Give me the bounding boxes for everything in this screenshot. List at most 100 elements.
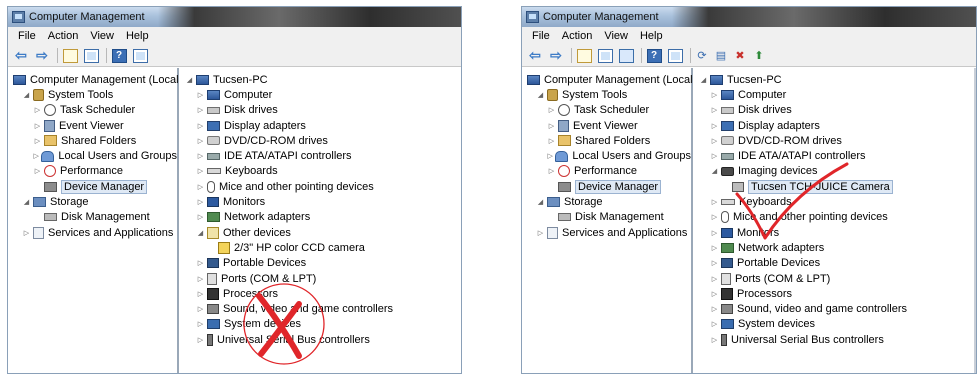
- expander-arrow-icon[interactable]: ▷: [33, 167, 42, 175]
- expander-arrow-icon[interactable]: ▷: [33, 137, 42, 145]
- menu-file[interactable]: File: [526, 30, 556, 42]
- expander-arrow-icon[interactable]: ▷: [196, 275, 205, 283]
- console-tree-item[interactable]: Device Manager: [522, 179, 691, 194]
- expander-arrow-icon[interactable]: ▷: [196, 305, 205, 313]
- console-tree-item[interactable]: ◢ Storage: [522, 194, 691, 209]
- back-arrow-icon[interactable]: ⇦: [12, 47, 30, 64]
- show-hide-console-tree-button[interactable]: [596, 47, 614, 64]
- console-tree-item[interactable]: ▷ Services and Applications: [522, 225, 691, 240]
- device-tree-item[interactable]: ▷ Keyboards: [185, 164, 461, 179]
- expander-arrow-icon[interactable]: ▷: [547, 137, 556, 145]
- menu-help[interactable]: Help: [634, 30, 669, 42]
- expander-arrow-icon[interactable]: ▷: [710, 305, 719, 313]
- expander-arrow-icon[interactable]: ▷: [710, 275, 719, 283]
- expander-arrow-icon[interactable]: ◢: [185, 76, 194, 84]
- uninstall-device-icon[interactable]: ✖: [732, 48, 748, 63]
- expander-arrow-icon[interactable]: ▷: [710, 198, 719, 206]
- device-tree-item[interactable]: ▷ Portable Devices: [185, 256, 461, 271]
- expander-arrow-icon[interactable]: ▷: [196, 183, 205, 191]
- expander-arrow-icon[interactable]: ▷: [710, 320, 719, 328]
- properties-button[interactable]: [666, 47, 684, 64]
- device-tree-item[interactable]: 2/3" HP color CCD camera: [185, 240, 461, 255]
- device-tree-item[interactable]: ▷ Computer: [185, 87, 461, 102]
- up-folder-button[interactable]: [575, 47, 593, 64]
- device-tree-item[interactable]: ▷ Sound, video and game controllers: [699, 301, 976, 316]
- expander-arrow-icon[interactable]: ▷: [710, 106, 719, 114]
- device-tree-item[interactable]: ▷ Computer: [699, 87, 976, 102]
- expander-arrow-icon[interactable]: ◢: [22, 91, 31, 99]
- device-tree-item[interactable]: ▷ Ports (COM & LPT): [185, 271, 461, 286]
- device-tree-item[interactable]: ▷ DVD/CD-ROM drives: [699, 133, 976, 148]
- console-tree-item[interactable]: ◢ Storage: [8, 194, 177, 209]
- console-tree-item[interactable]: Disk Management: [522, 210, 691, 225]
- expander-arrow-icon[interactable]: ▷: [196, 336, 205, 344]
- menu-view[interactable]: View: [598, 30, 634, 42]
- console-tree-item[interactable]: Disk Management: [8, 210, 177, 225]
- expander-arrow-icon[interactable]: ▷: [710, 152, 719, 160]
- device-tree-item[interactable]: ◢ Other devices: [185, 225, 461, 240]
- expander-arrow-icon[interactable]: ▷: [196, 91, 205, 99]
- expander-arrow-icon[interactable]: ▷: [196, 198, 205, 206]
- enable-device-icon[interactable]: ⬆: [751, 48, 767, 63]
- device-tree-item[interactable]: ▷ Disk drives: [699, 103, 976, 118]
- device-tree-item[interactable]: ▷ IDE ATA/ATAPI controllers: [185, 148, 461, 163]
- expander-arrow-icon[interactable]: ▷: [710, 336, 719, 344]
- console-tree-item[interactable]: ▷ Local Users and Groups: [8, 148, 177, 163]
- device-tree-item[interactable]: ▷ Monitors: [185, 194, 461, 209]
- console-tree-item[interactable]: ▷ Performance: [522, 164, 691, 179]
- scan-hardware-icon[interactable]: ⟳: [694, 48, 710, 63]
- expander-arrow-icon[interactable]: ◢: [710, 167, 719, 175]
- expander-arrow-icon[interactable]: ◢: [536, 91, 545, 99]
- device-tree-item[interactable]: ▷ Portable Devices: [699, 256, 976, 271]
- forward-arrow-icon[interactable]: ⇨: [33, 47, 51, 64]
- expander-arrow-icon[interactable]: ▷: [196, 152, 205, 160]
- properties-button[interactable]: [131, 47, 149, 64]
- console-tree-item[interactable]: ◢ System Tools: [8, 87, 177, 102]
- menu-action[interactable]: Action: [556, 30, 599, 42]
- expander-arrow-icon[interactable]: ▷: [710, 290, 719, 298]
- console-tree-item[interactable]: Computer Management (Local: [8, 72, 179, 87]
- expander-arrow-icon[interactable]: ▷: [196, 167, 205, 175]
- console-tree-item[interactable]: ▷ Task Scheduler: [522, 103, 691, 118]
- expander-arrow-icon[interactable]: ▷: [710, 213, 719, 221]
- expander-arrow-icon[interactable]: ◢: [22, 198, 31, 206]
- expander-arrow-icon[interactable]: ▷: [196, 290, 205, 298]
- show-hide-console-tree-button[interactable]: [82, 47, 100, 64]
- expander-arrow-icon[interactable]: ▷: [196, 320, 205, 328]
- help-button[interactable]: ?: [645, 47, 663, 64]
- console-tree-item[interactable]: ▷ Event Viewer: [522, 118, 691, 133]
- expander-arrow-icon[interactable]: ▷: [196, 137, 205, 145]
- expander-arrow-icon[interactable]: ◢: [699, 76, 708, 84]
- expander-arrow-icon[interactable]: ▷: [196, 259, 205, 267]
- expander-arrow-icon[interactable]: ▷: [547, 152, 553, 160]
- device-tree-item[interactable]: ▷ Disk drives: [185, 103, 461, 118]
- expander-arrow-icon[interactable]: ▷: [710, 259, 719, 267]
- expander-arrow-icon[interactable]: ▷: [710, 91, 719, 99]
- expander-arrow-icon[interactable]: ▷: [196, 106, 205, 114]
- device-tree-item[interactable]: ▷ Processors: [699, 286, 976, 301]
- console-tree-item[interactable]: Device Manager: [8, 179, 177, 194]
- device-tree-item[interactable]: ▷ Display adapters: [699, 118, 976, 133]
- expander-arrow-icon[interactable]: ▷: [196, 213, 205, 221]
- title-bar[interactable]: Computer Management: [8, 7, 461, 27]
- console-tree-item[interactable]: ▷ Shared Folders: [8, 133, 177, 148]
- expander-arrow-icon[interactable]: ▷: [710, 137, 719, 145]
- expander-arrow-icon[interactable]: ◢: [196, 229, 205, 237]
- back-arrow-icon[interactable]: ⇦: [526, 47, 544, 64]
- expander-arrow-icon[interactable]: ◢: [536, 198, 545, 206]
- menu-help[interactable]: Help: [120, 30, 155, 42]
- expander-arrow-icon[interactable]: ▷: [536, 229, 545, 237]
- device-tree-item[interactable]: ◢ Tucsen-PC: [699, 72, 976, 87]
- expander-arrow-icon[interactable]: ▷: [33, 106, 42, 114]
- console-tree-item[interactable]: ◢ System Tools: [522, 87, 691, 102]
- device-tree-item[interactable]: ▷ DVD/CD-ROM drives: [185, 133, 461, 148]
- expander-arrow-icon[interactable]: ▷: [33, 122, 42, 130]
- device-tree-item[interactable]: ▷ Universal Serial Bus controllers: [699, 332, 976, 347]
- menu-action[interactable]: Action: [42, 30, 85, 42]
- forward-arrow-icon[interactable]: ⇨: [547, 47, 565, 64]
- expander-arrow-icon[interactable]: ▷: [710, 229, 719, 237]
- device-tree-item[interactable]: ▷ Mice and other pointing devices: [185, 179, 461, 194]
- console-tree-item[interactable]: ▷ Services and Applications: [8, 225, 177, 240]
- update-driver-icon[interactable]: ▤: [713, 48, 729, 63]
- expander-arrow-icon[interactable]: ▷: [547, 106, 556, 114]
